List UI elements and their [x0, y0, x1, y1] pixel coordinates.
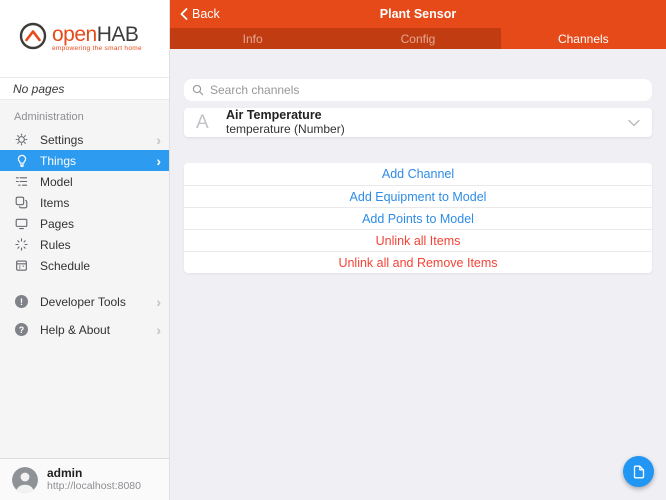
openhab-house-circle-icon	[18, 21, 48, 56]
sidebar-item-pages[interactable]: Pages	[0, 213, 169, 234]
sidebar-item-settings[interactable]: Settings ›	[0, 129, 169, 150]
chevron-right-icon: ›	[156, 321, 161, 338]
channel-subtitle: temperature (Number)	[226, 121, 345, 136]
chevron-down-icon	[628, 119, 640, 127]
gear-icon	[14, 132, 29, 147]
back-button[interactable]: Back	[180, 7, 220, 21]
sidebar-item-help-about[interactable]: ? Help & About ›	[0, 319, 169, 340]
sidebar-item-developer-tools[interactable]: ! Developer Tools ›	[0, 291, 169, 312]
back-label: Back	[192, 7, 220, 21]
sidebar-item-schedule[interactable]: Schedule	[0, 255, 169, 276]
sidebar-item-label: Rules	[40, 237, 71, 252]
exclamation-circle-icon: !	[14, 294, 29, 309]
tab-info[interactable]: Info	[170, 28, 335, 49]
add-channel-button[interactable]: Add Channel	[184, 163, 652, 185]
sidebar-secondary-group: ! Developer Tools › ? Help & About ›	[0, 291, 169, 340]
avatar	[12, 466, 38, 493]
sidebar-item-model[interactable]: Model	[0, 171, 169, 192]
chevron-right-icon: ›	[156, 293, 161, 310]
sidebar-item-label: Settings	[40, 132, 84, 147]
document-icon	[633, 465, 645, 479]
tabbar: Info Config Channels	[170, 28, 666, 49]
search-bar	[184, 79, 652, 101]
openhab-logo: openHAB empowering the smart home	[0, 0, 169, 78]
user-account-block[interactable]: admin http://localhost:8080	[0, 458, 169, 500]
add-fab-button[interactable]	[623, 456, 654, 487]
add-equipment-to-model-button[interactable]: Add Equipment to Model	[184, 185, 652, 207]
user-info: admin http://localhost:8080	[47, 466, 141, 493]
openhab-admin-app: openHAB empowering the smart home No pag…	[0, 0, 666, 500]
channel-text: Air Temperature temperature (Number)	[226, 108, 628, 136]
logo-open: open	[52, 23, 97, 47]
sparkle-icon	[14, 237, 29, 252]
display-icon	[14, 216, 29, 231]
calendar-icon	[14, 258, 29, 273]
sidebar: openHAB empowering the smart home No pag…	[0, 0, 170, 500]
search-input[interactable]	[210, 83, 644, 97]
page-title: Plant Sensor	[379, 7, 457, 21]
overlapping-squares-icon	[14, 195, 29, 210]
unlink-all-and-remove-items-button[interactable]: Unlink all and Remove Items	[184, 251, 652, 273]
channels-page: A Air Temperature temperature (Number) A…	[170, 49, 666, 500]
question-circle-icon: ?	[14, 322, 29, 337]
logo-hab: HAB	[96, 23, 139, 47]
channel-title: Air Temperature	[226, 108, 322, 123]
sidebar-item-label: Schedule	[40, 258, 91, 273]
sidebar-menu: Administration Settings › Things › Model…	[0, 100, 169, 458]
channel-row-air-temperature[interactable]: A Air Temperature temperature (Number)	[184, 108, 652, 137]
sidebar-item-label: Model	[40, 174, 73, 189]
sidebar-item-rules[interactable]: Rules	[0, 234, 169, 255]
user-name: admin	[47, 466, 83, 480]
tab-config[interactable]: Config	[335, 28, 500, 49]
chevron-right-icon: ›	[156, 131, 161, 148]
search-icon	[192, 84, 204, 96]
sidebar-item-label: Things	[40, 153, 77, 168]
logo-tagline: empowering the smart home	[52, 45, 142, 53]
add-points-to-model-button[interactable]: Add Points to Model	[184, 207, 652, 229]
channel-group-letter: A	[196, 111, 209, 133]
sidebar-item-things[interactable]: Things ›	[0, 150, 169, 171]
administration-section-label: Administration	[14, 111, 84, 123]
navbar: Back Plant Sensor	[170, 0, 666, 28]
tree-list-icon	[14, 174, 29, 189]
unlink-all-items-button[interactable]: Unlink all Items	[184, 229, 652, 251]
tab-channels[interactable]: Channels	[500, 28, 666, 49]
sidebar-item-label: Help & About	[40, 322, 111, 337]
sidebar-item-items[interactable]: Items	[0, 192, 169, 213]
sidebar-item-label: Items	[40, 195, 70, 210]
sidebar-item-label: Pages	[40, 216, 75, 231]
chevron-right-icon: ›	[156, 152, 161, 169]
logo-text: openHAB empowering the smart home	[52, 24, 142, 53]
lightbulb-icon	[14, 153, 29, 168]
user-url: http://localhost:8080	[47, 480, 141, 493]
main-panel: Back Plant Sensor Info Config Channels A	[170, 0, 666, 500]
no-pages-label: No pages	[0, 78, 169, 100]
channel-actions-list: Add Channel Add Equipment to Model Add P…	[184, 163, 652, 273]
logo-word: openHAB	[52, 23, 139, 47]
sidebar-item-label: Developer Tools	[40, 294, 126, 309]
chevron-left-icon	[180, 8, 188, 20]
